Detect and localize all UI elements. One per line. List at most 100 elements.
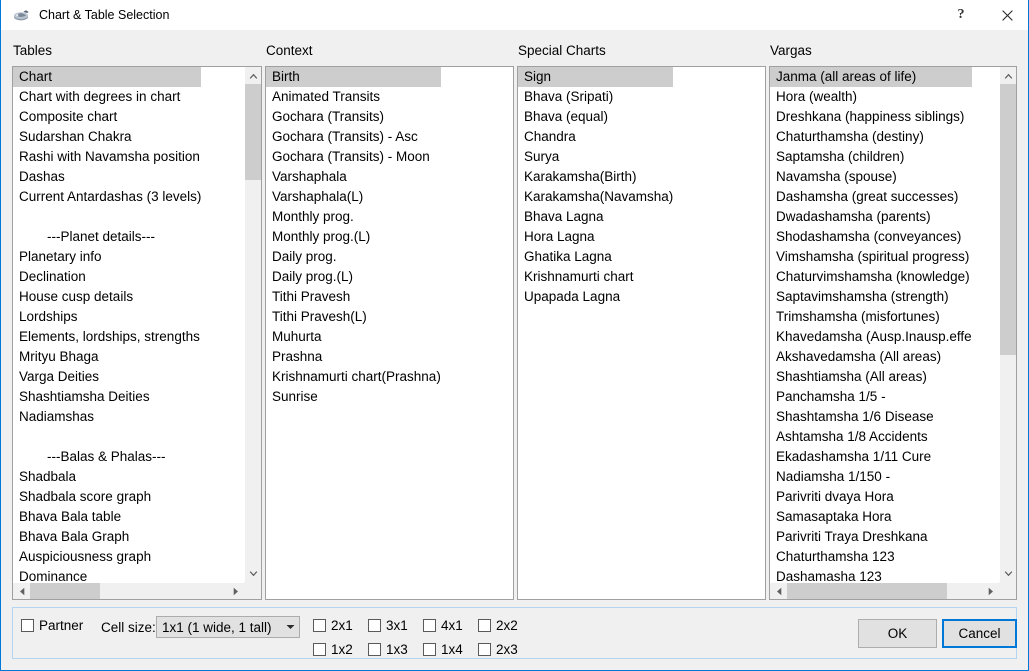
list-item[interactable]: Hora Lagna	[518, 227, 673, 247]
list-item[interactable]: Parivriti Traya Dreshkana	[770, 527, 972, 547]
scroll-right-icon[interactable]	[227, 583, 244, 599]
cell-size-dropdown[interactable]: 1x1 (1 wide, 1 tall)	[156, 616, 300, 638]
scroll-left-icon[interactable]	[13, 583, 30, 599]
list-item[interactable]: Saptavimshamsha (strength)	[770, 287, 972, 307]
list-item[interactable]: Planetary info	[13, 247, 201, 267]
ok-button[interactable]: OK	[858, 619, 937, 648]
list-item[interactable]: Karakamsha(Navamsha)	[518, 187, 673, 207]
vargas-horizontal-scrollbar[interactable]	[770, 582, 999, 599]
tables-horizontal-scrollbar[interactable]	[13, 582, 244, 599]
list-item[interactable]	[13, 207, 201, 227]
list-item[interactable]: Upapada Lagna	[518, 287, 673, 307]
list-item[interactable]: Current Antardashas (3 levels)	[13, 187, 201, 207]
list-item[interactable]: Ekadashamsha 1/11 Cure	[770, 447, 972, 467]
list-item[interactable]: Akshavedamsha (All areas)	[770, 347, 972, 367]
scroll-left-icon[interactable]	[770, 583, 787, 599]
chevron-down-icon[interactable]	[282, 624, 299, 630]
list-item[interactable]: Panchamsha 1/5 -	[770, 387, 972, 407]
list-item[interactable]: Mrityu Bhaga	[13, 347, 201, 367]
list-item[interactable]: Hora (wealth)	[770, 87, 972, 107]
scroll-right-icon[interactable]	[982, 583, 999, 599]
list-item[interactable]: ---Balas & Phalas---	[13, 447, 201, 467]
list-item[interactable]: Navamsha (spouse)	[770, 167, 972, 187]
list-item[interactable]: Muhurta	[266, 327, 441, 347]
list-item[interactable]: Rashi with Navamsha position	[13, 147, 201, 167]
list-item[interactable]: Chart	[13, 67, 202, 87]
vargas-vertical-scrollbar[interactable]	[999, 67, 1016, 582]
grid-size-checkbox-4x1[interactable]: 4x1	[423, 618, 463, 633]
grid-size-checkbox-box[interactable]	[478, 619, 491, 632]
list-item[interactable]: Composite chart	[13, 107, 201, 127]
list-item[interactable]: Sign	[518, 67, 674, 87]
grid-size-checkbox-box[interactable]	[368, 619, 381, 632]
list-item[interactable]: Monthly prog.	[266, 207, 441, 227]
cancel-button[interactable]: Cancel	[942, 619, 1017, 648]
list-item[interactable]: Vimshamsha (spiritual progress)	[770, 247, 972, 267]
scroll-up-icon[interactable]	[245, 67, 261, 84]
vargas-hscroll-thumb[interactable]	[787, 583, 947, 599]
list-item[interactable]	[13, 427, 201, 447]
grid-size-checkbox-3x1[interactable]: 3x1	[368, 618, 408, 633]
list-item[interactable]: Chaturvimshamsha (knowledge)	[770, 267, 972, 287]
grid-size-checkbox-box[interactable]	[423, 619, 436, 632]
list-item[interactable]: Varshaphala	[266, 167, 441, 187]
list-item[interactable]: Shashtiamsha (All areas)	[770, 367, 972, 387]
tables-listbox[interactable]: Chart Chart with degrees in chart Composit…	[12, 66, 262, 600]
list-item[interactable]: Khavedamsha (Ausp.Inausp.effe	[770, 327, 972, 347]
list-item[interactable]: Dashas	[13, 167, 201, 187]
list-item[interactable]: Parivriti dvaya Hora	[770, 487, 972, 507]
list-item[interactable]: Varga Deities	[13, 367, 201, 387]
close-icon[interactable]	[984, 0, 1028, 30]
list-item[interactable]: Chaturthamsha 123	[770, 547, 972, 567]
list-item[interactable]: Daily prog.	[266, 247, 441, 267]
list-item[interactable]: Bhava (Sripati)	[518, 87, 673, 107]
scroll-down-icon[interactable]	[245, 565, 261, 582]
scroll-up-icon[interactable]	[1000, 67, 1016, 84]
list-item[interactable]: Chandra	[518, 127, 673, 147]
list-item[interactable]: Birth	[266, 67, 441, 87]
list-item[interactable]: Karakamsha(Birth)	[518, 167, 673, 187]
tables-vscroll-thumb[interactable]	[245, 84, 261, 180]
list-item[interactable]: Nadiamshas	[13, 407, 201, 427]
grid-size-checkbox-box[interactable]	[313, 619, 326, 632]
list-item[interactable]: Gochara (Transits) - Moon	[266, 147, 441, 167]
list-item[interactable]: Animated Transits	[266, 87, 441, 107]
grid-size-checkbox-2x2[interactable]: 2x2	[478, 618, 518, 633]
list-item[interactable]: Declination	[13, 267, 201, 287]
list-item[interactable]: Ghatika Lagna	[518, 247, 673, 267]
list-item[interactable]: Krishnamurti chart(Prashna)	[266, 367, 441, 387]
list-item[interactable]: Saptamsha (children)	[770, 147, 972, 167]
list-item[interactable]: ---Planet details---	[13, 227, 201, 247]
list-item[interactable]: Sunrise	[266, 387, 441, 407]
vargas-vscroll-thumb[interactable]	[1000, 84, 1016, 355]
list-item[interactable]: Bhava Bala table	[13, 507, 201, 527]
context-listbox[interactable]: Birth Animated Transits Gochara (Transits)…	[265, 66, 514, 600]
list-item[interactable]: Shashtamsha 1/6 Disease	[770, 407, 972, 427]
list-item[interactable]: Shadbala score graph	[13, 487, 201, 507]
list-item[interactable]: Shadbala	[13, 467, 201, 487]
grid-size-checkbox-2x3[interactable]: 2x3	[478, 642, 518, 657]
list-item[interactable]: Chart with degrees in chart	[13, 87, 201, 107]
special-charts-listbox[interactable]: Sign Bhava (Sripati) Bhava (equal) Chandra S…	[517, 66, 766, 600]
list-item[interactable]: Monthly prog.(L)	[266, 227, 441, 247]
list-item[interactable]: Elements, lordships, strengths	[13, 327, 201, 347]
list-item[interactable]: Tithi Pravesh	[266, 287, 441, 307]
list-item[interactable]: Dwadashamsha (parents)	[770, 207, 972, 227]
grid-size-checkbox-box[interactable]	[368, 643, 381, 656]
list-item[interactable]: Gochara (Transits)	[266, 107, 441, 127]
list-item[interactable]: Shodashamsha (conveyances)	[770, 227, 972, 247]
list-item[interactable]: Krishnamurti chart	[518, 267, 673, 287]
list-item[interactable]: Varshaphala(L)	[266, 187, 441, 207]
list-item[interactable]: Auspiciousness graph	[13, 547, 201, 567]
list-item[interactable]: Chaturthamsha (destiny)	[770, 127, 972, 147]
list-item[interactable]: Gochara (Transits) - Asc	[266, 127, 441, 147]
vargas-listbox[interactable]: Janma (all areas of life) Hora (wealth) Dr…	[769, 66, 1017, 600]
list-item[interactable]: Shashtiamsha Deities	[13, 387, 201, 407]
partner-checkbox-box[interactable]	[21, 619, 34, 632]
list-item[interactable]: Sudarshan Chakra	[13, 127, 201, 147]
list-item[interactable]: Tithi Pravesh(L)	[266, 307, 441, 327]
grid-size-checkbox-1x2[interactable]: 1x2	[313, 642, 353, 657]
list-item[interactable]: Bhava Bala Graph	[13, 527, 201, 547]
list-item[interactable]: Dreshkana (happiness siblings)	[770, 107, 972, 127]
list-item[interactable]: Surya	[518, 147, 673, 167]
